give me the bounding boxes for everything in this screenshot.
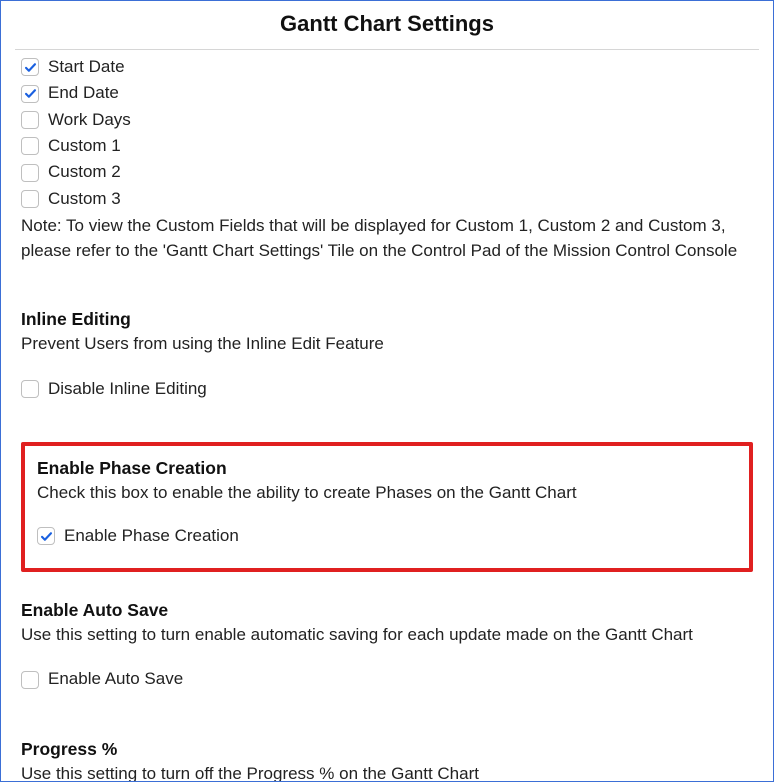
section-heading: Enable Phase Creation [37, 458, 737, 479]
checkbox-label: Custom 3 [48, 186, 121, 212]
checkbox-start-date[interactable] [21, 58, 39, 76]
list-item: End Date [21, 80, 753, 106]
checkbox-label: Disable Inline Editing [48, 376, 207, 402]
checkbox-enable-phase-creation[interactable] [37, 527, 55, 545]
list-item: Custom 1 [21, 133, 753, 159]
content-area: Start Date End Date Work Days Custom 1 C… [1, 54, 773, 782]
section-desc: Use this setting to turn off the Progres… [21, 762, 753, 782]
section-desc: Use this setting to turn enable automati… [21, 623, 753, 647]
checkbox-label: Work Days [48, 107, 131, 133]
checkbox-custom-3[interactable] [21, 190, 39, 208]
checkbox-work-days[interactable] [21, 111, 39, 129]
list-item: Custom 3 [21, 186, 753, 212]
section-heading: Enable Auto Save [21, 600, 753, 621]
field-checklist: Start Date End Date Work Days Custom 1 C… [21, 54, 753, 212]
checkbox-label: Enable Phase Creation [64, 523, 239, 549]
checkbox-label: Custom 1 [48, 133, 121, 159]
page-title: Gantt Chart Settings [1, 1, 773, 49]
checkbox-custom-2[interactable] [21, 164, 39, 182]
checkbox-enable-auto-save[interactable] [21, 671, 39, 689]
settings-window: Gantt Chart Settings Start Date End Date… [0, 0, 774, 782]
section-enable-phase-creation: Enable Phase Creation Check this box to … [21, 442, 753, 571]
checkbox-label: Enable Auto Save [48, 666, 183, 692]
checkbox-disable-inline-editing[interactable] [21, 380, 39, 398]
checkbox-label: Start Date [48, 54, 125, 80]
section-enable-auto-save: Enable Auto Save Use this setting to tur… [21, 600, 753, 693]
section-desc: Prevent Users from using the Inline Edit… [21, 332, 753, 356]
custom-fields-note: Note: To view the Custom Fields that wil… [21, 214, 753, 263]
list-item: Enable Auto Save [21, 666, 753, 692]
section-progress-percent: Progress % Use this setting to turn off … [21, 739, 753, 782]
list-item: Enable Phase Creation [37, 523, 737, 549]
checkbox-label: End Date [48, 80, 119, 106]
checkbox-custom-1[interactable] [21, 137, 39, 155]
section-inline-editing: Inline Editing Prevent Users from using … [21, 309, 753, 402]
checkbox-label: Custom 2 [48, 159, 121, 185]
list-item: Work Days [21, 107, 753, 133]
section-heading: Progress % [21, 739, 753, 760]
list-item: Custom 2 [21, 159, 753, 185]
section-desc: Check this box to enable the ability to … [37, 481, 737, 505]
checkbox-end-date[interactable] [21, 85, 39, 103]
divider [15, 49, 759, 50]
list-item: Disable Inline Editing [21, 376, 753, 402]
list-item: Start Date [21, 54, 753, 80]
section-heading: Inline Editing [21, 309, 753, 330]
